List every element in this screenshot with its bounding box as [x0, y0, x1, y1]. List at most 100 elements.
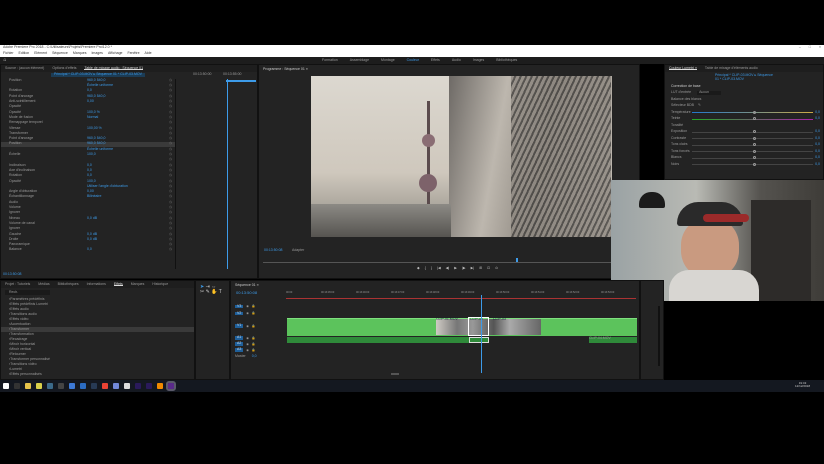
transport-button-0[interactable]: ◆: [417, 266, 420, 271]
razor-icon[interactable]: ✂: [200, 289, 204, 295]
steam-icon[interactable]: [91, 383, 97, 389]
stopwatch-icon[interactable]: ◷: [169, 211, 172, 215]
pen-icon[interactable]: ✎: [206, 289, 210, 295]
stopwatch-icon[interactable]: ◷: [169, 232, 172, 237]
stopwatch-icon[interactable]: ◷: [169, 100, 172, 104]
property-value[interactable]: 960,0 540,0: [87, 137, 106, 141]
stopwatch-icon[interactable]: ◷: [169, 163, 172, 168]
property-value[interactable]: 0,0: [87, 168, 92, 173]
stopwatch-icon[interactable]: ◷: [169, 243, 172, 247]
slider-knob[interactable]: [753, 156, 756, 159]
project-tab-5[interactable]: Marques: [131, 282, 145, 286]
stopwatch-icon[interactable]: ◷: [169, 126, 172, 131]
menu-7[interactable]: Fenêtre: [127, 52, 139, 56]
workspace-tab-7[interactable]: Bibliothèques: [496, 58, 517, 63]
track-target-toggle[interactable]: A3: [235, 348, 244, 352]
slider-knob[interactable]: [753, 110, 756, 114]
lut-dropdown[interactable]: Aucun: [697, 90, 721, 95]
property-value[interactable]: 0,0 dB: [87, 216, 97, 221]
eye-icon[interactable]: ◉: [246, 348, 249, 352]
transport-button-7[interactable]: ▶|: [471, 266, 475, 271]
lock-icon[interactable]: 🔒: [252, 305, 256, 308]
effect-property-row[interactable]: Balance 0,0 ◷: [1, 248, 175, 253]
stopwatch-icon[interactable]: ◷: [169, 89, 172, 93]
selected-clip[interactable]: [468, 317, 489, 336]
chrome-icon[interactable]: [102, 383, 108, 389]
property-value[interactable]: 100,0: [87, 153, 96, 157]
slider-value[interactable]: 0,0: [815, 155, 820, 160]
slider-value[interactable]: 0,0: [815, 129, 820, 134]
camera-icon[interactable]: [58, 383, 64, 389]
audio-clip-3[interactable]: CLIP-04.MOV: [589, 336, 637, 343]
maximize-button[interactable]: □: [809, 46, 811, 50]
stopwatch-icon[interactable]: ◷: [169, 205, 172, 210]
discord-icon[interactable]: [113, 383, 119, 389]
slider-knob[interactable]: [753, 162, 756, 166]
type-icon[interactable]: T: [219, 289, 222, 295]
stopwatch-icon[interactable]: ◷: [169, 94, 172, 99]
property-value[interactable]: 0,0: [87, 89, 92, 93]
settings-icon[interactable]: [124, 383, 130, 389]
audio-clip-2[interactable]: [469, 337, 489, 343]
stopwatch-icon[interactable]: ◷: [169, 121, 172, 125]
transport-button-10[interactable]: ⊙: [495, 266, 498, 271]
task-view-icon[interactable]: [14, 383, 20, 389]
lock-icon[interactable]: 🔒: [252, 312, 256, 315]
stopwatch-icon[interactable]: ◷: [169, 105, 172, 109]
workspace-tab-4[interactable]: Effets: [431, 58, 440, 63]
project-tab-0[interactable]: Projet : Tutoriels: [5, 282, 30, 286]
stopwatch-icon[interactable]: ◷: [169, 195, 172, 199]
stopwatch-icon[interactable]: ◷: [169, 147, 172, 152]
property-value[interactable]: 100,0 %: [87, 110, 100, 115]
stopwatch-icon[interactable]: ◷: [169, 248, 172, 252]
tab-audio-mixer[interactable]: Table de mixage d'éléments audio: [705, 66, 758, 70]
project-tab-6[interactable]: Historique: [152, 282, 168, 286]
workspace-tab-3[interactable]: Couleur: [407, 58, 419, 63]
stopwatch-icon[interactable]: ◷: [169, 179, 172, 184]
project-tab-4[interactable]: Effets: [113, 282, 123, 286]
property-value[interactable]: Échelle uniforme: [87, 147, 113, 152]
minimize-button[interactable]: –: [799, 46, 801, 50]
transport-button-3[interactable]: |◀: [437, 266, 441, 271]
transport-button-4[interactable]: ◀|: [446, 266, 450, 271]
lock-icon[interactable]: 🔒: [252, 324, 256, 328]
track-target-toggle[interactable]: A1: [235, 336, 244, 340]
workspace-tab-2[interactable]: Montage: [381, 58, 395, 63]
program-scrubber[interactable]: [263, 262, 613, 263]
property-value[interactable]: Utiliser l'angle d'obturation: [87, 184, 128, 189]
eyedropper-icon[interactable]: ✎: [698, 103, 701, 108]
slider-value[interactable]: 0,0: [815, 149, 820, 154]
property-value[interactable]: 100,00 %: [87, 126, 102, 131]
stopwatch-icon[interactable]: ◷: [169, 78, 172, 83]
stopwatch-icon[interactable]: ◷: [169, 153, 172, 157]
menu-4[interactable]: Marques: [73, 52, 87, 56]
track-target-toggle[interactable]: V1: [235, 324, 244, 328]
after-effects-icon[interactable]: [146, 383, 152, 389]
slider-knob[interactable]: [753, 136, 756, 140]
ec-tab-1[interactable]: Options d'effets: [52, 66, 76, 70]
timeline-zoom-scroll[interactable]: [391, 373, 399, 375]
eye-icon[interactable]: ◉: [246, 324, 249, 328]
lumetri-slider-5[interactable]: Noirs 0,0: [665, 161, 823, 168]
stopwatch-icon[interactable]: ◷: [169, 84, 172, 88]
eye-icon[interactable]: ◉: [246, 305, 249, 308]
stopwatch-icon[interactable]: ◷: [169, 221, 172, 226]
stopwatch-icon[interactable]: ◷: [169, 137, 172, 141]
slider-knob[interactable]: [753, 117, 756, 120]
menu-6[interactable]: Affichage: [108, 52, 123, 56]
workspace-tab-5[interactable]: Audio: [452, 58, 461, 63]
track-target-toggle[interactable]: V3: [235, 304, 244, 309]
stopwatch-icon[interactable]: ◷: [169, 184, 172, 189]
eye-icon[interactable]: ◉: [246, 336, 249, 340]
stopwatch-icon[interactable]: ◷: [169, 227, 172, 231]
stopwatch-icon[interactable]: ◷: [169, 115, 172, 120]
master-value[interactable]: 0,0: [252, 354, 257, 359]
effects-search-input[interactable]: Rech.: [5, 290, 50, 295]
workspace-tab-0[interactable]: Formation: [322, 58, 338, 63]
eye-icon[interactable]: ◉: [246, 312, 249, 315]
property-value[interactable]: 0,0 dB: [87, 237, 97, 242]
close-button[interactable]: ×: [819, 46, 821, 50]
premiere-icon[interactable]: [135, 383, 141, 389]
property-value[interactable]: 0,00: [87, 100, 94, 104]
audio-clip-1[interactable]: [287, 337, 469, 343]
